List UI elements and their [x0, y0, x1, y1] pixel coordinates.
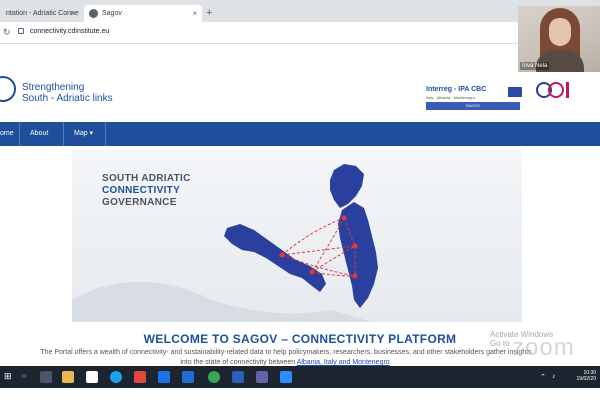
eu-flag-icon [508, 87, 522, 97]
cdi-bar-icon [566, 82, 569, 98]
address-bar[interactable]: ↻ connectivity.cdinstitute.eu [0, 22, 600, 44]
browser-tab-bar: ntation - Adriatic Conne × Sagov × + [0, 0, 600, 22]
task-view-icon[interactable] [40, 371, 52, 383]
intro-countries-link[interactable]: Albania, Italy and Montenegro [297, 359, 390, 366]
nav-divider [19, 122, 20, 146]
file-explorer-icon[interactable] [62, 371, 74, 383]
hero-banner: SOUTH ADRIATIC CONNECTIVITY GOVERNANCE [72, 150, 522, 322]
browser-tab-presentation[interactable]: ntation - Adriatic Conne × [0, 5, 80, 22]
tray-chevron-icon[interactable]: ⌃ [540, 373, 546, 381]
main-nav: ome About Map ▾ [0, 122, 600, 146]
browser-tab-sagov[interactable]: Sagov × [84, 5, 202, 22]
zoom-watermark: zoom [512, 334, 575, 361]
nav-about[interactable]: About [30, 122, 48, 146]
city-marker-durres[interactable] [352, 243, 358, 249]
hero-title-line-3: GOVERNANCE [102, 197, 177, 208]
site-header: Strengthening South - Adriatic links Int… [0, 66, 600, 122]
acrobat-icon[interactable] [134, 371, 146, 383]
reload-icon[interactable]: ↻ [3, 27, 11, 38]
chrome-icon[interactable] [208, 371, 220, 383]
clock-date: 19/02/20 [576, 376, 596, 382]
windows-start-icon[interactable]: ⊞ [4, 371, 12, 382]
route-line [281, 217, 345, 256]
nav-divider [105, 122, 106, 146]
word-icon[interactable] [232, 371, 244, 383]
interreg-title: Interreg - IPA CBC [426, 86, 487, 93]
skype-icon[interactable] [182, 371, 194, 383]
volume-icon[interactable]: ♪ [552, 373, 556, 380]
participant-face [549, 18, 571, 46]
tab-close-icon[interactable]: × [192, 5, 197, 22]
interreg-countries: Italy - Albania - Montenegro [426, 95, 475, 100]
url-text[interactable]: connectivity.cdinstitute.eu [30, 28, 109, 35]
taskbar-clock[interactable]: 10:30 19/02/20 [572, 370, 596, 382]
lock-icon [18, 28, 24, 34]
tab-label: ntation - Adriatic Conne [6, 10, 79, 17]
outlook-icon[interactable] [158, 371, 170, 383]
hero-title-line-1: SOUTH ADRIATIC [102, 173, 191, 184]
nav-divider [63, 122, 64, 146]
windows-taskbar: ⊞ ○ ⌃ ♪ 10:30 19/02/20 [0, 366, 600, 388]
participant-name: Inva Nela [520, 62, 550, 70]
intro-paragraph: The Portal offers a wealth of connectivi… [36, 348, 536, 368]
city-marker-bari[interactable] [279, 252, 285, 258]
search-icon[interactable]: ○ [22, 373, 26, 380]
montenegro-region-shape [330, 164, 364, 208]
nav-home[interactable]: ome [0, 122, 14, 146]
tab-close-icon[interactable]: × [70, 5, 75, 22]
store-icon[interactable] [86, 371, 98, 383]
intro-end: . [389, 359, 392, 366]
edge-icon[interactable] [110, 371, 122, 383]
city-marker-brindisi[interactable] [309, 269, 315, 275]
zoom-app-icon[interactable] [280, 371, 292, 383]
teams-icon[interactable] [256, 371, 268, 383]
intro-text: The Portal offers a wealth of connectivi… [40, 349, 532, 366]
project-logo-icon[interactable] [0, 76, 16, 102]
brand-line-1: Strengthening [22, 82, 85, 93]
webcam-video: Inva Nela [518, 6, 600, 72]
brand-line-2: South - Adriatic links [22, 93, 113, 104]
city-marker-vlore[interactable] [352, 273, 358, 279]
screen: ntation - Adriatic Conne × Sagov × + ↻ c… [0, 0, 600, 400]
city-marker-bar[interactable] [341, 215, 347, 221]
cdi-ring-icon [548, 82, 564, 98]
interreg-project-label: SAGOV [426, 102, 520, 110]
favicon-icon [89, 9, 98, 18]
tab-label: Sagov [102, 10, 122, 17]
new-tab-button[interactable]: + [206, 6, 212, 20]
background-land-shape [72, 282, 372, 322]
nav-map[interactable]: Map ▾ [74, 122, 93, 146]
interreg-logo: Interreg - IPA CBC Italy - Albania - Mon… [426, 86, 522, 118]
hero-title-line-2: CONNECTIVITY [102, 185, 181, 196]
